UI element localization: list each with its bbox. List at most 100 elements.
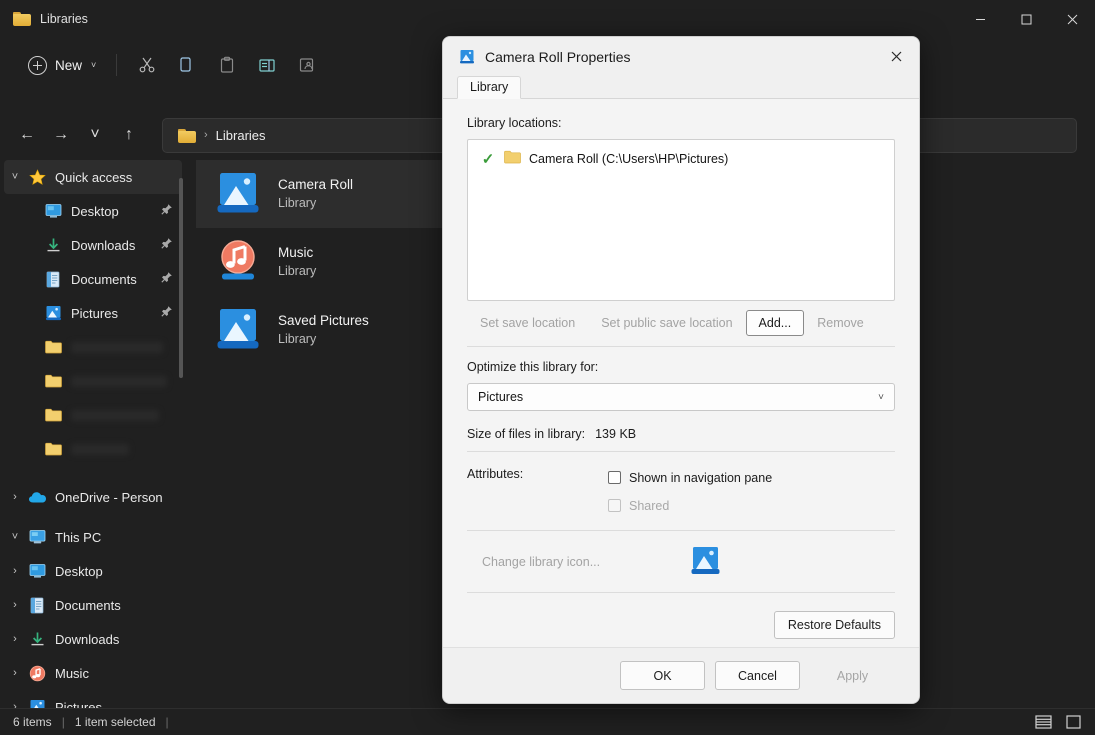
download-icon [45,237,62,253]
apply-button[interactable]: Apply [810,661,895,690]
sidebar-item-this-pc[interactable]: ˅This PC [4,520,182,554]
forward-button[interactable]: → [44,119,78,151]
folder-icon [42,374,64,388]
folder-icon [45,374,62,388]
pictures-library-icon [214,170,262,218]
back-button[interactable]: ← [10,119,44,151]
chevron-right-icon[interactable]: › [4,565,26,577]
tab-library[interactable]: Library [457,76,521,99]
chevron-down-icon: ˅ [91,60,96,70]
pin-icon[interactable] [160,203,173,219]
chevron-down-icon[interactable]: ˅ [4,531,26,543]
close-button[interactable] [1049,0,1095,38]
onedrive-icon [26,490,48,504]
sidebar-item-label: Documents [55,598,121,613]
dialog-footer: OK Cancel Apply [443,647,919,703]
documents-icon [45,271,61,288]
sidebar-scrollbar[interactable] [179,178,183,378]
pictures-icon [26,699,48,708]
new-button[interactable]: New ˅ [18,50,106,81]
sidebar-item-desktop[interactable]: ›Desktop [4,554,182,588]
paste-icon[interactable] [207,48,247,82]
checkbox-icon[interactable] [608,471,621,484]
sidebar-item-downloads[interactable]: ›Downloads [4,622,182,656]
chevron-right-icon[interactable]: › [4,491,26,503]
maximize-button[interactable] [1003,0,1049,38]
music-library-icon [214,238,262,286]
library-icon-preview [689,545,722,578]
list-item-text: MusicLibrary [278,243,316,281]
ok-button[interactable]: OK [620,661,705,690]
breadcrumb[interactable]: Libraries [216,128,266,143]
large-icons-view-icon[interactable] [1061,712,1085,732]
set-save-location-button[interactable]: Set save location [467,310,588,336]
change-library-icon-button[interactable]: Change library icon... [467,549,613,575]
music-library-icon [214,238,262,286]
sidebar-item-label [71,444,129,455]
chevron-right-icon[interactable]: › [4,633,26,645]
sidebar-item-documents[interactable]: Documents [4,262,182,296]
breadcrumb-folder-icon [178,128,196,143]
list-item-text: Saved PicturesLibrary [278,311,369,349]
sidebar-item-downloads[interactable]: Downloads [4,228,182,262]
sidebar-item-pictures[interactable]: › Pictures [4,690,182,708]
cut-icon[interactable] [127,48,167,82]
chevron-right-icon[interactable]: › [4,599,26,611]
chevron-right-icon[interactable]: › [4,701,26,708]
copy-icon[interactable] [167,48,207,82]
sidebar-item-music[interactable]: ›Music [4,656,182,690]
sidebar-item-onedrive-person[interactable]: ›OneDrive - Person [4,480,182,514]
restore-defaults-row: Restore Defaults [467,611,895,639]
set-public-save-location-button[interactable]: Set public save location [588,310,745,336]
cancel-button[interactable]: Cancel [715,661,800,690]
list-item[interactable]: ✓ Camera Roll (C:\Users\HP\Pictures) [476,149,886,169]
optimize-select[interactable]: Pictures ˅ [467,383,895,411]
sidebar-item-redacted-7[interactable] [4,398,182,432]
remove-button[interactable]: Remove [804,310,877,336]
attributes-row: Attributes: Shown in navigation pane Sha… [467,467,895,516]
sidebar-item-documents[interactable]: › Documents [4,588,182,622]
share-icon[interactable] [287,48,327,82]
location-actions: Set save location Set public save locati… [467,310,895,336]
dialog-close-button[interactable] [874,37,919,76]
sidebar-item-pictures[interactable]: Pictures [4,296,182,330]
details-view-icon[interactable] [1031,712,1055,732]
file-explorer-window: Libraries New ˅ [0,0,1095,735]
camera-roll-properties-dialog: Camera Roll Properties Library Library l… [442,36,920,704]
pin-icon[interactable] [160,237,173,253]
onedrive-icon [28,490,47,504]
sidebar-item-label: Pictures [55,700,102,709]
restore-defaults-button[interactable]: Restore Defaults [774,611,895,639]
sidebar-item-redacted-5[interactable] [4,330,182,364]
list-item-name: Camera Roll [278,175,353,194]
shown-in-nav-pane-checkbox-row[interactable]: Shown in navigation pane [608,467,772,488]
title-bar: Libraries [0,0,1095,38]
shared-checkbox-row: Shared [608,495,772,516]
shared-label: Shared [629,499,669,513]
rename-icon[interactable] [247,48,287,82]
chevron-spacer [4,307,26,319]
sidebar-item-redacted-8[interactable] [4,432,182,466]
minimize-button[interactable] [957,0,1003,38]
library-locations-list[interactable]: ✓ Camera Roll (C:\Users\HP\Pictures) [467,139,895,301]
attributes-checkbox-group: Shown in navigation pane Shared [608,467,772,516]
chevron-right-icon[interactable]: › [4,667,26,679]
pin-icon[interactable] [160,271,173,287]
up-button[interactable]: ↑ [112,119,146,151]
sidebar-item-redacted-6[interactable] [4,364,182,398]
plus-circle-icon [28,56,47,75]
pin-icon[interactable] [160,305,173,321]
chevron-down-icon[interactable]: ˅ [4,171,26,183]
sidebar-item-desktop[interactable]: Desktop [4,194,182,228]
selection-status: 1 item selected [75,715,156,729]
recent-locations-button[interactable]: ˅ [78,119,112,151]
documents-icon [29,597,45,614]
chevron-spacer [4,341,26,353]
sidebar-item-quick-access[interactable]: ˅Quick access [4,160,182,194]
pictures-library-icon [459,49,475,65]
attributes-label: Attributes: [467,467,608,516]
navigation-pane[interactable]: ˅Quick access Desktop Downloads Document… [0,160,186,708]
add-button[interactable]: Add... [746,310,805,336]
sidebar-item-label: Downloads [71,238,135,253]
list-item-type: Library [278,262,316,281]
